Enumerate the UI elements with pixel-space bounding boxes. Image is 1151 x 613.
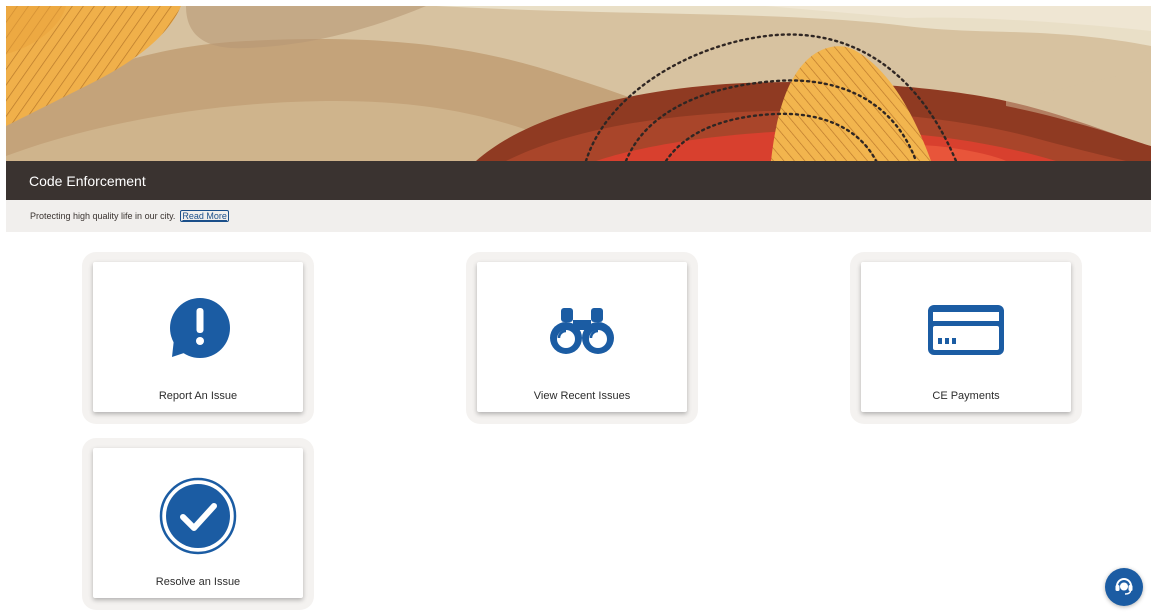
tile-label: View Recent Issues	[533, 390, 631, 402]
credit-card-icon	[861, 298, 1071, 362]
ce-payments-tile[interactable]: CE Payments	[861, 262, 1071, 412]
tile-label: Resolve an Issue	[155, 576, 241, 588]
binoculars-icon	[477, 298, 687, 362]
report-an-issue-tile[interactable]: Report An Issue	[93, 262, 303, 412]
page-description-bar: Protecting high quality life in our city…	[6, 200, 1151, 232]
tile-label: CE Payments	[932, 390, 1000, 402]
help-chat-button[interactable]	[1105, 568, 1143, 606]
read-more-link[interactable]: Read More	[180, 210, 229, 222]
header-banner-image	[6, 6, 1151, 161]
page-header-bar: Code Enforcement	[6, 161, 1151, 200]
view-recent-issues-tile[interactable]: View Recent Issues	[477, 262, 687, 412]
page-description: Protecting high quality life in our city…	[30, 211, 176, 221]
headset-support-icon	[1113, 574, 1135, 601]
page-title: Code Enforcement	[29, 172, 146, 189]
tile-label: Report An Issue	[158, 390, 238, 402]
exclamation-speech-bubble-icon	[93, 298, 303, 362]
checkmark-circle-icon	[93, 477, 303, 555]
resolve-an-issue-tile[interactable]: Resolve an Issue	[93, 448, 303, 598]
page: Code Enforcement Protecting high quality…	[0, 0, 1151, 613]
